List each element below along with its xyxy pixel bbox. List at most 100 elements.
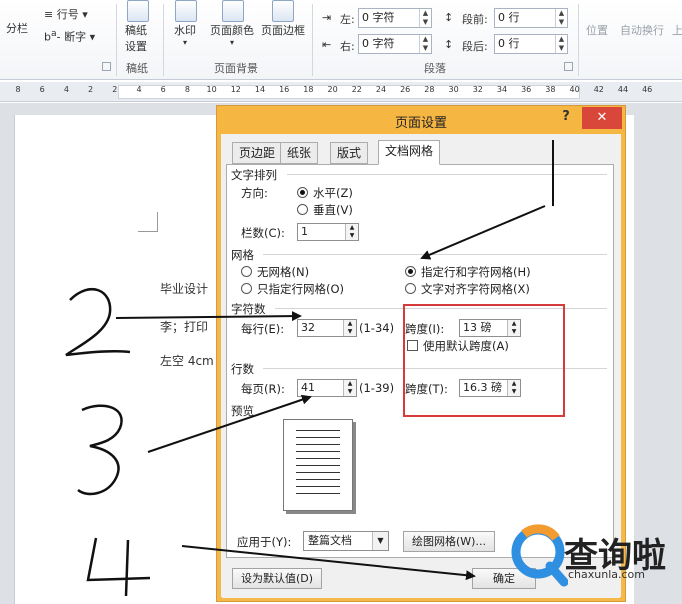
manuscript-settings-button-line2[interactable]: 设置 — [125, 38, 147, 54]
set-default-button[interactable]: 设为默认值(D) — [232, 568, 322, 589]
margin-corner-mark — [138, 212, 158, 232]
section-label-preview: 预览 — [231, 404, 254, 418]
lines-per-page-input[interactable]: 41 ▲ ▼ — [297, 379, 357, 397]
radio-vertical-label[interactable]: 垂直(V) — [313, 202, 353, 218]
ruler-tick-label: 30 — [448, 85, 459, 94]
dialog-title-bar[interactable]: 页面设置 ? ✕ — [217, 106, 625, 134]
radio-snap-to-char-grid[interactable] — [405, 283, 416, 294]
group-separator — [312, 4, 313, 76]
watermark-icon — [175, 0, 197, 22]
spin-arrows-icon[interactable]: ▲ ▼ — [419, 35, 431, 53]
drawing-grid-button[interactable]: 绘图网格(W)... — [403, 531, 495, 552]
radio-horizontal[interactable] — [297, 187, 308, 198]
document-text-line[interactable]: 左空 4cm — [160, 352, 214, 369]
radio-horizontal-label[interactable]: 水平(Z) — [313, 185, 353, 201]
ruler-tick-label: 4 — [136, 85, 142, 94]
document-text-line[interactable]: 李；打印 — [160, 318, 208, 335]
radio-lines-and-chars-grid[interactable] — [405, 266, 416, 277]
hyphenation-button[interactable]: ba- 断字 ▾ — [44, 28, 95, 45]
radio-snap-to-char-grid-label[interactable]: 文字对齐字符网格(X) — [421, 281, 530, 297]
page-color-dropdown-icon[interactable]: ▾ — [230, 38, 234, 47]
indent-right-label: 右: — [340, 40, 355, 53]
spacing-before-label: 段前: — [462, 13, 488, 26]
radio-no-grid-label[interactable]: 无网格(N) — [257, 264, 309, 280]
tab-paper[interactable]: 纸张 — [280, 142, 319, 164]
spin-arrows-icon[interactable]: ▲ ▼ — [343, 320, 356, 336]
chars-per-line-value: 32 — [301, 321, 315, 334]
preview-line — [296, 493, 340, 494]
preview-line — [296, 472, 340, 473]
ruler-tick-label: 12 — [230, 85, 241, 94]
dialog-launcher-icon[interactable] — [102, 62, 111, 71]
watermark-url: chaxunla.com — [568, 568, 645, 581]
spacing-after-input[interactable]: 0 行 ▲ ▼ — [494, 34, 568, 54]
preview-line — [296, 458, 340, 459]
chars-range: (1-34) — [359, 321, 395, 335]
apply-to-select[interactable]: 整篇文档 ▼ — [303, 531, 389, 551]
bring-forward-button[interactable]: 上 — [672, 22, 682, 38]
ruler-tick-label: 38 — [545, 85, 556, 94]
spin-arrows-icon[interactable]: ▲ ▼ — [419, 9, 431, 27]
watermark-button[interactable]: 水印 — [174, 22, 196, 38]
radio-no-grid[interactable] — [241, 266, 252, 277]
document-text-line[interactable]: 毕业设计 — [160, 280, 208, 297]
page-borders-button[interactable]: 页面边框 — [261, 22, 305, 38]
spin-arrows-icon[interactable]: ▲ ▼ — [343, 380, 356, 396]
tab-margins[interactable]: 页边距 — [232, 142, 283, 164]
line-numbers-label: 行号 — [56, 8, 79, 21]
columns-label: 栏数(C): — [241, 226, 285, 240]
close-button[interactable]: ✕ — [582, 107, 622, 129]
preview-line — [296, 479, 340, 480]
preview-line — [296, 430, 340, 431]
dialog-launcher-icon[interactable] — [564, 62, 573, 71]
tab-layout[interactable]: 版式 — [330, 142, 369, 164]
magnifier-q-icon — [511, 524, 568, 587]
ruler-tick-label: 36 — [521, 85, 532, 94]
radio-lines-only-grid-label[interactable]: 只指定行网格(O) — [257, 281, 344, 297]
horizontal-ruler[interactable]: 8 6 4 2 2 4 6 8 10 12 14 16 18 20 22 24 26 28 30 32 34 36 38 40… — [0, 82, 682, 102]
group-label-page-background: 页面背景 — [214, 62, 258, 75]
spin-arrows-icon[interactable]: ▲ ▼ — [555, 35, 567, 53]
ruler-tick-label: 8 — [15, 85, 21, 94]
position-button[interactable]: 位置 — [586, 22, 608, 38]
section-divider — [287, 174, 607, 175]
lines-range: (1-39) — [359, 381, 395, 395]
line-numbers-button[interactable]: ≡ 行号 ▾ — [44, 6, 88, 22]
indent-right-input[interactable]: 0 字符 ▲ ▼ — [358, 34, 432, 54]
watermark-logo: 查询啦 chaxunla.com — [504, 514, 682, 602]
spacing-after-value: 0 行 — [498, 37, 520, 50]
spin-arrows-icon[interactable]: ▲ ▼ — [555, 9, 567, 27]
tab-document-grid[interactable]: 文档网格 — [378, 140, 441, 165]
columns-input[interactable]: 1 ▲ ▼ — [297, 223, 359, 241]
preview-page — [283, 419, 353, 511]
ruler-tick-label: 6 — [160, 85, 166, 94]
wrap-text-button[interactable]: 自动换行 — [620, 22, 664, 38]
radio-vertical[interactable] — [297, 204, 308, 215]
columns-button[interactable]: 分栏 — [6, 20, 28, 36]
watermark-dropdown-icon[interactable]: ▾ — [183, 38, 187, 47]
spin-arrows-icon[interactable]: ▲ ▼ — [345, 224, 358, 240]
chevron-down-icon[interactable]: ▼ — [372, 532, 388, 550]
ruler-tick-label: 34 — [496, 85, 508, 94]
section-label-lines: 行数 — [231, 362, 254, 376]
ruler-tick-label: 22 — [351, 85, 362, 94]
page-color-button[interactable]: 页面颜色 — [210, 22, 254, 38]
spacing-after-label: 段后: — [462, 40, 488, 53]
lines-per-page-label: 每页(R): — [241, 382, 285, 396]
chars-per-line-input[interactable]: 32 ▲ ▼ — [297, 319, 357, 337]
section-label-characters: 字符数 — [231, 302, 266, 316]
ruler-tick-label: 42 — [593, 85, 604, 94]
spacing-before-input[interactable]: 0 行 ▲ ▼ — [494, 8, 568, 28]
ruler-tick-label: 20 — [327, 85, 338, 94]
apply-to-label: 应用于(Y): — [237, 535, 292, 549]
chars-per-line-label: 每行(E): — [241, 322, 285, 336]
help-icon[interactable]: ? — [557, 109, 575, 129]
ruler-tick-label: 6 — [39, 85, 45, 94]
radio-lines-only-grid[interactable] — [241, 283, 252, 294]
ruler-tick-label: 40 — [569, 85, 580, 94]
indent-left-input[interactable]: 0 字符 ▲ ▼ — [358, 8, 432, 28]
radio-lines-and-chars-grid-label[interactable]: 指定行和字符网格(H) — [421, 264, 531, 280]
highlight-box — [403, 304, 565, 417]
columns-value: 1 — [301, 225, 308, 238]
manuscript-settings-button-line1[interactable]: 稿纸 — [125, 22, 147, 38]
